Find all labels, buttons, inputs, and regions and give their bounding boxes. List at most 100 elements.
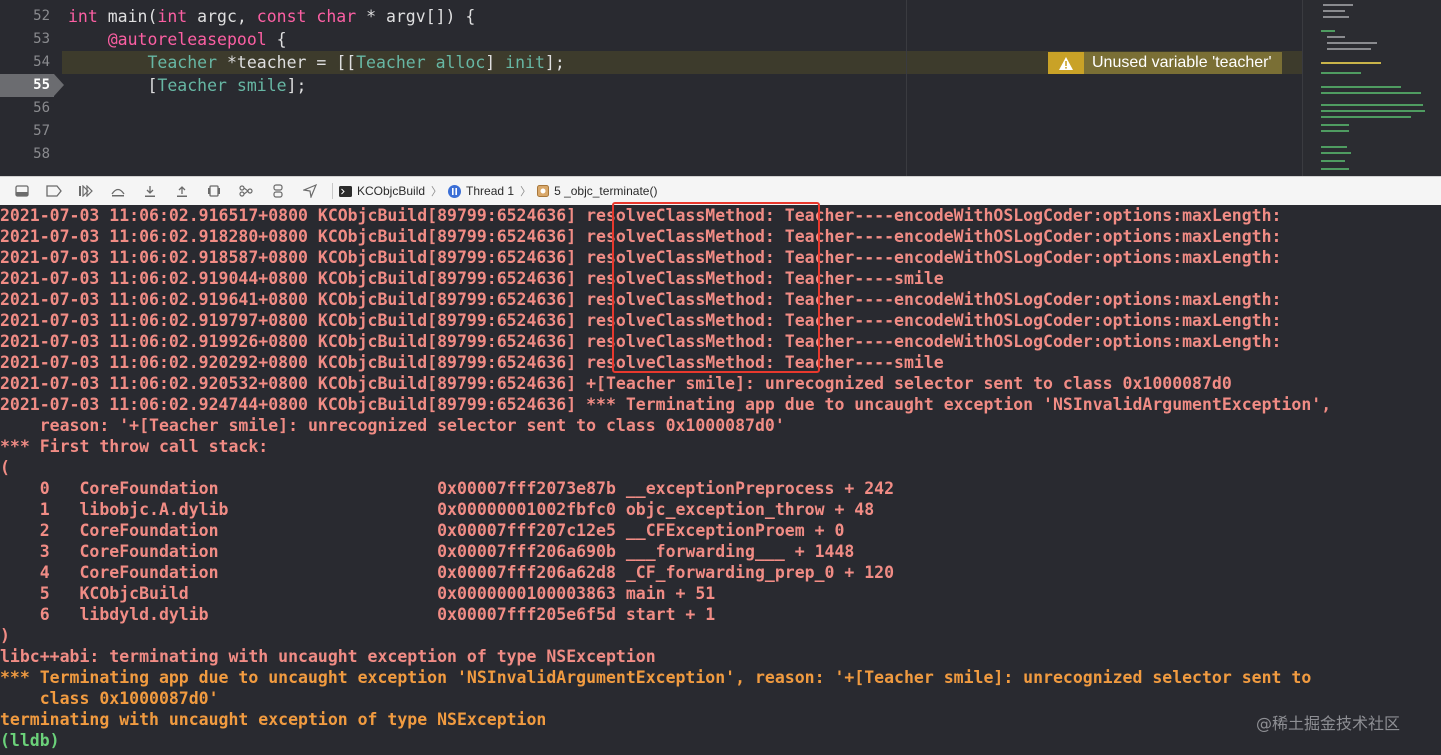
console-line: *** First throw call stack: xyxy=(0,437,269,456)
minimap-line xyxy=(1321,72,1361,74)
line-number[interactable]: 58 xyxy=(0,143,50,166)
hide-debug-area-button[interactable] xyxy=(12,182,32,200)
minimap-line xyxy=(1327,36,1345,38)
minimap-line xyxy=(1321,130,1349,132)
minimap-line xyxy=(1323,10,1345,12)
step-into-button[interactable] xyxy=(140,182,160,200)
minimap-line xyxy=(1321,62,1381,64)
minimap-line xyxy=(1321,152,1351,154)
code-token: Teacher xyxy=(356,53,426,72)
stack-frame-icon xyxy=(537,185,550,197)
warning-message: Unused variable 'teacher' xyxy=(1084,52,1282,74)
code-line[interactable]: [Teacher smile]; xyxy=(68,74,306,97)
code-token: alloc xyxy=(435,53,486,72)
memory-graph-button[interactable] xyxy=(236,182,256,200)
chevron-right-icon: 〉 xyxy=(431,186,443,198)
console-line: 6 libdyld.dylib 0x00007fff205e6f5d start… xyxy=(0,605,716,624)
console-line: reason: '+[Teacher smile]: unrecognized … xyxy=(0,416,785,435)
line-number[interactable]: 52 xyxy=(0,5,50,28)
source-editor[interactable]: 52 53 54 55 56 57 58 int main(int argc, const … xyxy=(0,0,1441,176)
code-token: smile xyxy=(236,76,287,95)
code-token: char xyxy=(316,7,357,26)
console-line: 2021-07-03 11:06:02.924744+0800 KCObjcBu… xyxy=(0,395,1332,414)
minimap[interactable] xyxy=(1302,0,1441,176)
unused-variable-warning[interactable]: Unused variable 'teacher' xyxy=(1048,52,1282,74)
minimap-line xyxy=(1321,86,1401,88)
code-line[interactable]: @autoreleasepool { xyxy=(68,28,287,51)
minimap-line xyxy=(1321,160,1345,162)
minimap-line xyxy=(1323,4,1353,6)
view-hierarchy-icon xyxy=(208,185,220,197)
debug-console[interactable]: 2021-07-03 11:06:02.916517+0800 KCObjcBu… xyxy=(0,202,1441,755)
console-line: 2 CoreFoundation 0x00007fff207c12e5 __CF… xyxy=(0,521,845,540)
page-guide xyxy=(906,0,907,176)
lldb-prompt: (lldb) xyxy=(0,731,60,750)
highlight-box xyxy=(612,202,820,373)
location-arrow-icon xyxy=(303,184,317,198)
console-line: ) xyxy=(0,626,10,645)
separator xyxy=(332,183,333,199)
code-token: Teacher xyxy=(147,53,218,72)
line-number[interactable]: 53 xyxy=(0,28,50,51)
thread-icon xyxy=(448,184,462,198)
step-over-button[interactable] xyxy=(108,182,128,200)
frame-name: 5 _objc_terminate() xyxy=(554,184,658,198)
step-into-icon xyxy=(145,185,155,197)
minimap-line xyxy=(1321,124,1349,126)
continue-button[interactable] xyxy=(76,182,96,200)
breadcrumb-target[interactable]: KCObjcBuild xyxy=(339,184,425,198)
minimap-line xyxy=(1321,104,1423,106)
step-out-button[interactable] xyxy=(172,182,192,200)
minimap-line xyxy=(1321,168,1349,170)
line-number[interactable]: 56 xyxy=(0,97,50,120)
code-token: @autoreleasepool xyxy=(107,30,267,49)
console-line: class 0x1000087d0' xyxy=(0,689,219,708)
minimap-line xyxy=(1321,116,1411,118)
code-token: { xyxy=(266,30,287,49)
step-out-icon xyxy=(177,185,187,197)
console-line: 5 KCObjcBuild 0x0000000100003863 main + … xyxy=(0,584,716,603)
code-token: int xyxy=(68,7,98,26)
code-token: init xyxy=(505,53,545,72)
console-line: 0 CoreFoundation 0x00007fff2073e87b __ex… xyxy=(0,479,895,498)
console-line: *** Terminating app due to uncaught exce… xyxy=(0,668,1312,687)
thread-name: Thread 1 xyxy=(466,184,515,198)
line-number[interactable]: 57 xyxy=(0,120,50,143)
breakpoint-icon xyxy=(46,185,62,197)
watermark: @稀土掘金技术社区 xyxy=(1256,714,1401,733)
console-line: 3 CoreFoundation 0x00007fff206a690b ___f… xyxy=(0,542,855,561)
code-token: * argv[]) { xyxy=(356,7,476,26)
debug-view-hierarchy-button[interactable] xyxy=(204,182,224,200)
minimap-line xyxy=(1327,48,1371,50)
minimap-line xyxy=(1321,110,1425,112)
line-number[interactable]: 54 xyxy=(0,51,50,74)
code-token: const xyxy=(256,7,307,26)
code-token: ]; xyxy=(544,53,565,72)
line-number-gutter[interactable]: 52 53 54 55 56 57 58 xyxy=(0,0,64,176)
breadcrumb-frame[interactable]: 5 _objc_terminate() xyxy=(537,184,657,198)
minimap-line xyxy=(1321,30,1335,32)
code-token: ]; xyxy=(286,76,307,95)
simulate-location-button[interactable] xyxy=(300,182,320,200)
breadcrumb-thread[interactable]: Thread 1 xyxy=(448,184,514,198)
code-token: int xyxy=(157,7,188,26)
panel-icon xyxy=(15,185,29,197)
chevron-right-icon: 〉 xyxy=(520,186,532,198)
console-line: libc++abi: terminating with uncaught exc… xyxy=(0,647,656,666)
console-line: 4 CoreFoundation 0x00007fff206a62d8 _CF_… xyxy=(0,563,895,582)
code-token: argc, xyxy=(187,7,257,26)
breakpoints-toggle-button[interactable] xyxy=(44,182,64,200)
line-number[interactable]: 55 xyxy=(0,74,50,97)
code-token: main( xyxy=(97,7,158,26)
code-token: Teacher xyxy=(157,76,227,95)
code-line[interactable]: Teacher *teacher = [[Teacher alloc] init… xyxy=(68,51,565,74)
environment-overrides-button[interactable] xyxy=(268,182,288,200)
terminal-icon xyxy=(339,185,352,197)
console-line: ( xyxy=(0,458,10,477)
step-over-icon xyxy=(111,188,125,197)
minimap-line xyxy=(1323,16,1349,18)
code-line[interactable]: int main(int argc, const char * argv[]) … xyxy=(68,5,475,28)
